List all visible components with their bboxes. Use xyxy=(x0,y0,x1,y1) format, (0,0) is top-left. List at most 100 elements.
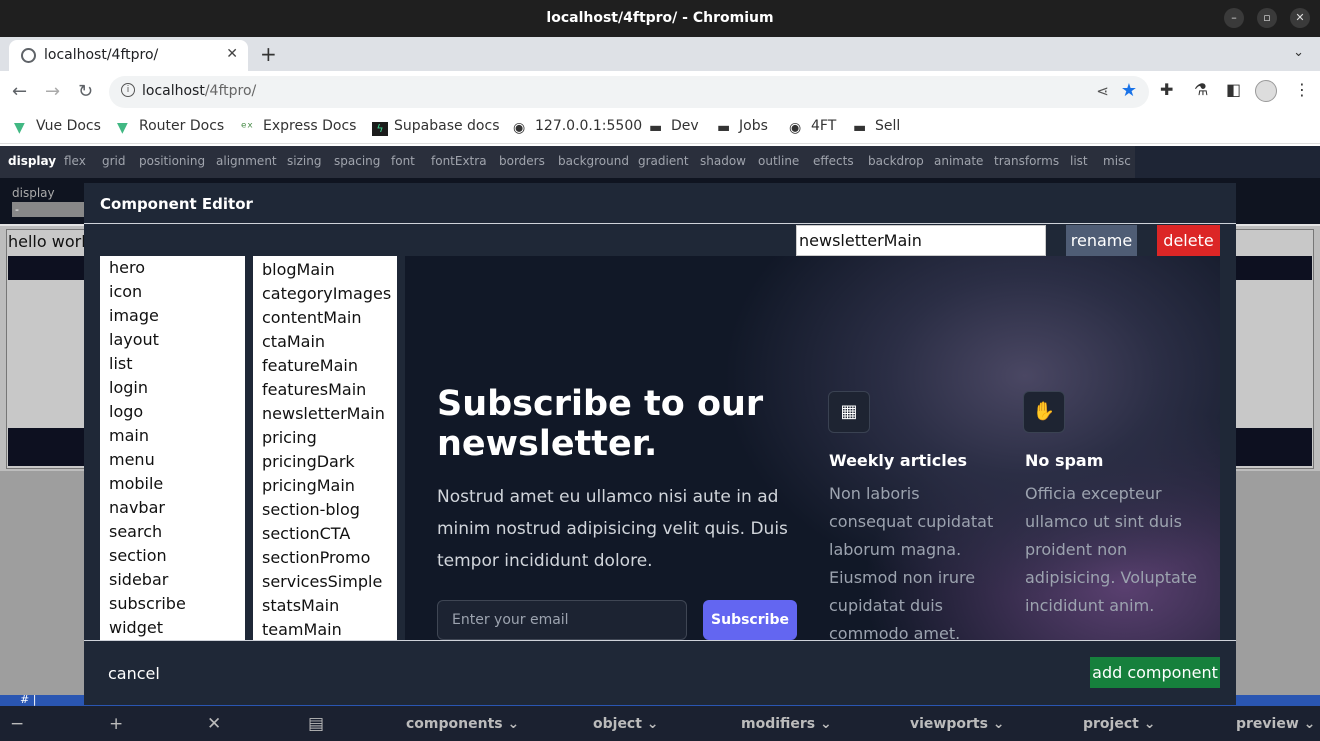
profile-avatar[interactable] xyxy=(1255,80,1277,102)
component-item[interactable]: ctaMain xyxy=(253,330,397,354)
category-item[interactable]: search xyxy=(100,520,245,544)
category-item[interactable]: mobile xyxy=(100,472,245,496)
tab-backdrop[interactable]: backdrop xyxy=(868,154,924,168)
category-item[interactable]: logo xyxy=(100,400,245,424)
maximize-icon[interactable]: ▫ xyxy=(1257,8,1277,28)
minimize-icon[interactable]: – xyxy=(1224,8,1244,28)
component-item[interactable]: contentMain xyxy=(253,306,397,330)
tab-transforms[interactable]: transforms xyxy=(994,154,1059,168)
menu-viewports[interactable]: viewports ⌄ xyxy=(910,716,1005,732)
tab-borders[interactable]: borders xyxy=(499,154,545,168)
bookmark-router-docs[interactable]: ▼ Router Docs xyxy=(117,118,224,136)
menu-modifiers[interactable]: modifiers ⌄ xyxy=(741,716,832,732)
component-item[interactable]: section-blog xyxy=(253,498,397,522)
category-item[interactable]: image xyxy=(100,304,245,328)
tab-list[interactable]: list xyxy=(1070,154,1088,168)
subscribe-button[interactable]: Subscribe xyxy=(703,600,797,640)
extensions-icon[interactable]: ✚ xyxy=(1160,80,1173,99)
tab-gradient[interactable]: gradient xyxy=(638,154,689,168)
tab-alignment[interactable]: alignment xyxy=(216,154,277,168)
tab-misc[interactable]: misc xyxy=(1103,154,1131,168)
bookmark-supabase-docs[interactable]: ϟ Supabase docs xyxy=(372,118,500,136)
browser-tab[interactable]: localhost/4ftpro/ ✕ xyxy=(9,40,248,71)
tab-background[interactable]: background xyxy=(558,154,629,168)
vue-logo-icon: ▼ xyxy=(117,120,128,136)
lab-icon[interactable]: ⚗ xyxy=(1194,80,1208,99)
calendar-icon: ▦ xyxy=(828,391,870,433)
component-item[interactable]: sectionPromo xyxy=(253,546,397,570)
menu-preview[interactable]: preview ⌄ xyxy=(1236,716,1315,732)
bookmark-jobs-folder[interactable]: ▬ Jobs xyxy=(717,118,768,136)
component-item[interactable]: pricingDark xyxy=(253,450,397,474)
category-item[interactable]: main xyxy=(100,424,245,448)
component-item[interactable]: statsMain xyxy=(253,594,397,618)
close-window-icon[interactable]: ✕ xyxy=(1290,8,1310,28)
plus-icon[interactable]: + xyxy=(109,714,123,734)
minus-icon[interactable]: − xyxy=(10,714,24,734)
tab-grid[interactable]: grid xyxy=(102,154,126,168)
category-item[interactable]: widget xyxy=(100,616,245,640)
component-item[interactable]: featuresMain xyxy=(253,378,397,402)
new-tab-icon[interactable]: + xyxy=(260,42,277,66)
close-icon[interactable]: ✕ xyxy=(207,714,221,734)
bookmark-vue-docs[interactable]: ▼ Vue Docs xyxy=(14,118,101,136)
component-item[interactable]: pricingMain xyxy=(253,474,397,498)
bookmark-express-docs[interactable]: ᵉˣ Express Docs xyxy=(241,118,356,136)
document-icon[interactable]: ▤ xyxy=(308,714,324,734)
close-tab-icon[interactable]: ✕ xyxy=(226,46,238,62)
address-bar[interactable]: i localhost/4ftpro/ ⋖ ★ xyxy=(109,76,1149,108)
category-item[interactable]: login xyxy=(100,376,245,400)
component-item[interactable]: pricing xyxy=(253,426,397,450)
bookmark-star-icon[interactable]: ★ xyxy=(1121,80,1137,101)
tab-effects[interactable]: effects xyxy=(813,154,854,168)
category-item[interactable]: subscribe xyxy=(100,592,245,616)
rename-button[interactable]: rename xyxy=(1066,225,1137,256)
tab-positioning[interactable]: positioning xyxy=(139,154,205,168)
tab-sizing[interactable]: sizing xyxy=(287,154,321,168)
component-item[interactable]: featureMain xyxy=(253,354,397,378)
add-component-button[interactable]: add component xyxy=(1090,657,1220,688)
cancel-button[interactable]: cancel xyxy=(108,664,160,683)
category-item[interactable]: sidebar xyxy=(100,568,245,592)
tab-outline[interactable]: outline xyxy=(758,154,799,168)
component-name-input[interactable] xyxy=(796,225,1046,256)
display-select[interactable]: - xyxy=(12,202,87,217)
category-item[interactable]: layout xyxy=(100,328,245,352)
category-item[interactable]: menu xyxy=(100,448,245,472)
tab-flex[interactable]: flex xyxy=(64,154,86,168)
reload-icon[interactable]: ↻ xyxy=(78,81,93,102)
tab-display[interactable]: display xyxy=(8,154,56,168)
tab-animate[interactable]: animate xyxy=(934,154,983,168)
bookmark-sell-folder[interactable]: ▬ Sell xyxy=(853,118,900,136)
category-item[interactable]: icon xyxy=(100,280,245,304)
email-input[interactable]: Enter your email xyxy=(437,600,687,640)
category-item[interactable]: navbar xyxy=(100,496,245,520)
category-item[interactable]: list xyxy=(100,352,245,376)
share-icon[interactable]: ⋖ xyxy=(1096,82,1109,100)
info-icon[interactable]: i xyxy=(121,83,135,97)
menu-kebab-icon[interactable]: ⋮ xyxy=(1294,80,1310,99)
bookmark-4ft[interactable]: ◉ 4FT xyxy=(789,118,836,136)
component-item[interactable]: newsletterMain xyxy=(253,402,397,426)
menu-components[interactable]: components ⌄ xyxy=(406,716,519,732)
tab-shadow[interactable]: shadow xyxy=(700,154,746,168)
tab-font[interactable]: font xyxy=(391,154,415,168)
component-item[interactable]: teamMain xyxy=(253,618,397,640)
category-item[interactable]: hero xyxy=(100,256,245,280)
tab-spacing[interactable]: spacing xyxy=(334,154,380,168)
tab-fontextra[interactable]: fontExtra xyxy=(431,154,487,168)
menu-project[interactable]: project ⌄ xyxy=(1083,716,1155,732)
forward-icon[interactable]: → xyxy=(45,81,60,102)
bookmark-dev-folder[interactable]: ▬ Dev xyxy=(649,118,699,136)
bookmark-localhost[interactable]: ◉ 127.0.0.1:5500 xyxy=(513,118,642,136)
component-item[interactable]: blogMain xyxy=(253,258,397,282)
component-item[interactable]: servicesSimple xyxy=(253,570,397,594)
category-item[interactable]: section xyxy=(100,544,245,568)
component-item[interactable]: sectionCTA xyxy=(253,522,397,546)
chevron-down-icon[interactable]: ⌄ xyxy=(1293,45,1304,60)
back-icon[interactable]: ← xyxy=(12,81,27,102)
sidepanel-icon[interactable]: ◧ xyxy=(1226,80,1241,99)
menu-object[interactable]: object ⌄ xyxy=(593,716,659,732)
component-item[interactable]: categoryImages xyxy=(253,282,397,306)
delete-button[interactable]: delete xyxy=(1157,225,1220,256)
